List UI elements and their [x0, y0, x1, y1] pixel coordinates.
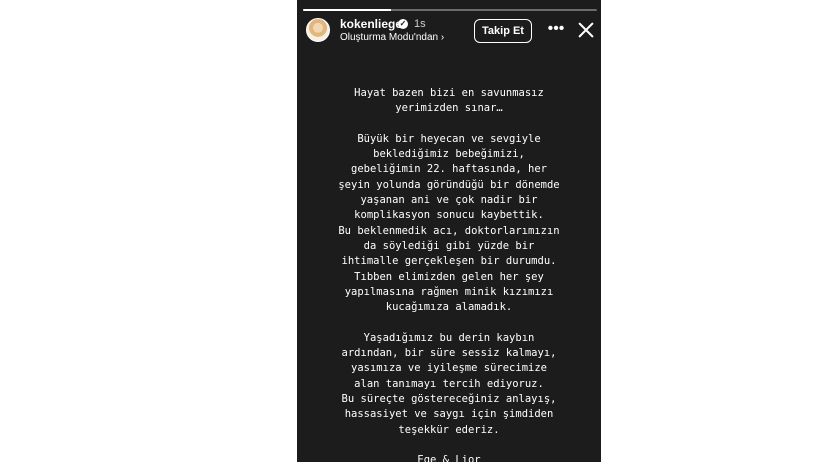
close-icon[interactable]: [575, 19, 597, 41]
story-paragraph: Yaşadığımız bu derin kaybın ardından, bi…: [341, 331, 557, 436]
follow-button[interactable]: Takip Et: [474, 19, 532, 43]
story-text: Hayat bazen bizi en savunmasız yerimizde…: [297, 86, 601, 468]
story-signature: Ege & Lior: [417, 454, 481, 467]
story-progress-fill: [303, 9, 392, 11]
avatar[interactable]: [306, 18, 330, 42]
story-progress-bar: [303, 9, 597, 11]
creation-mode-link[interactable]: Oluşturma Modu'ndan ›: [340, 32, 444, 43]
story-header: kokenliege ✓ 1s Oluşturma Modu'ndan › Ta…: [297, 14, 601, 48]
verified-badge-icon: ✓: [398, 19, 408, 29]
story-paragraph: Büyük bir heyecan ve sevgiyle beklediğim…: [338, 132, 560, 314]
post-time: 1s: [414, 18, 426, 30]
more-options-icon[interactable]: •••: [547, 19, 565, 41]
story-paragraph: Hayat bazen bizi en savunmasız yerimizde…: [354, 87, 544, 115]
username[interactable]: kokenliege: [340, 17, 402, 31]
